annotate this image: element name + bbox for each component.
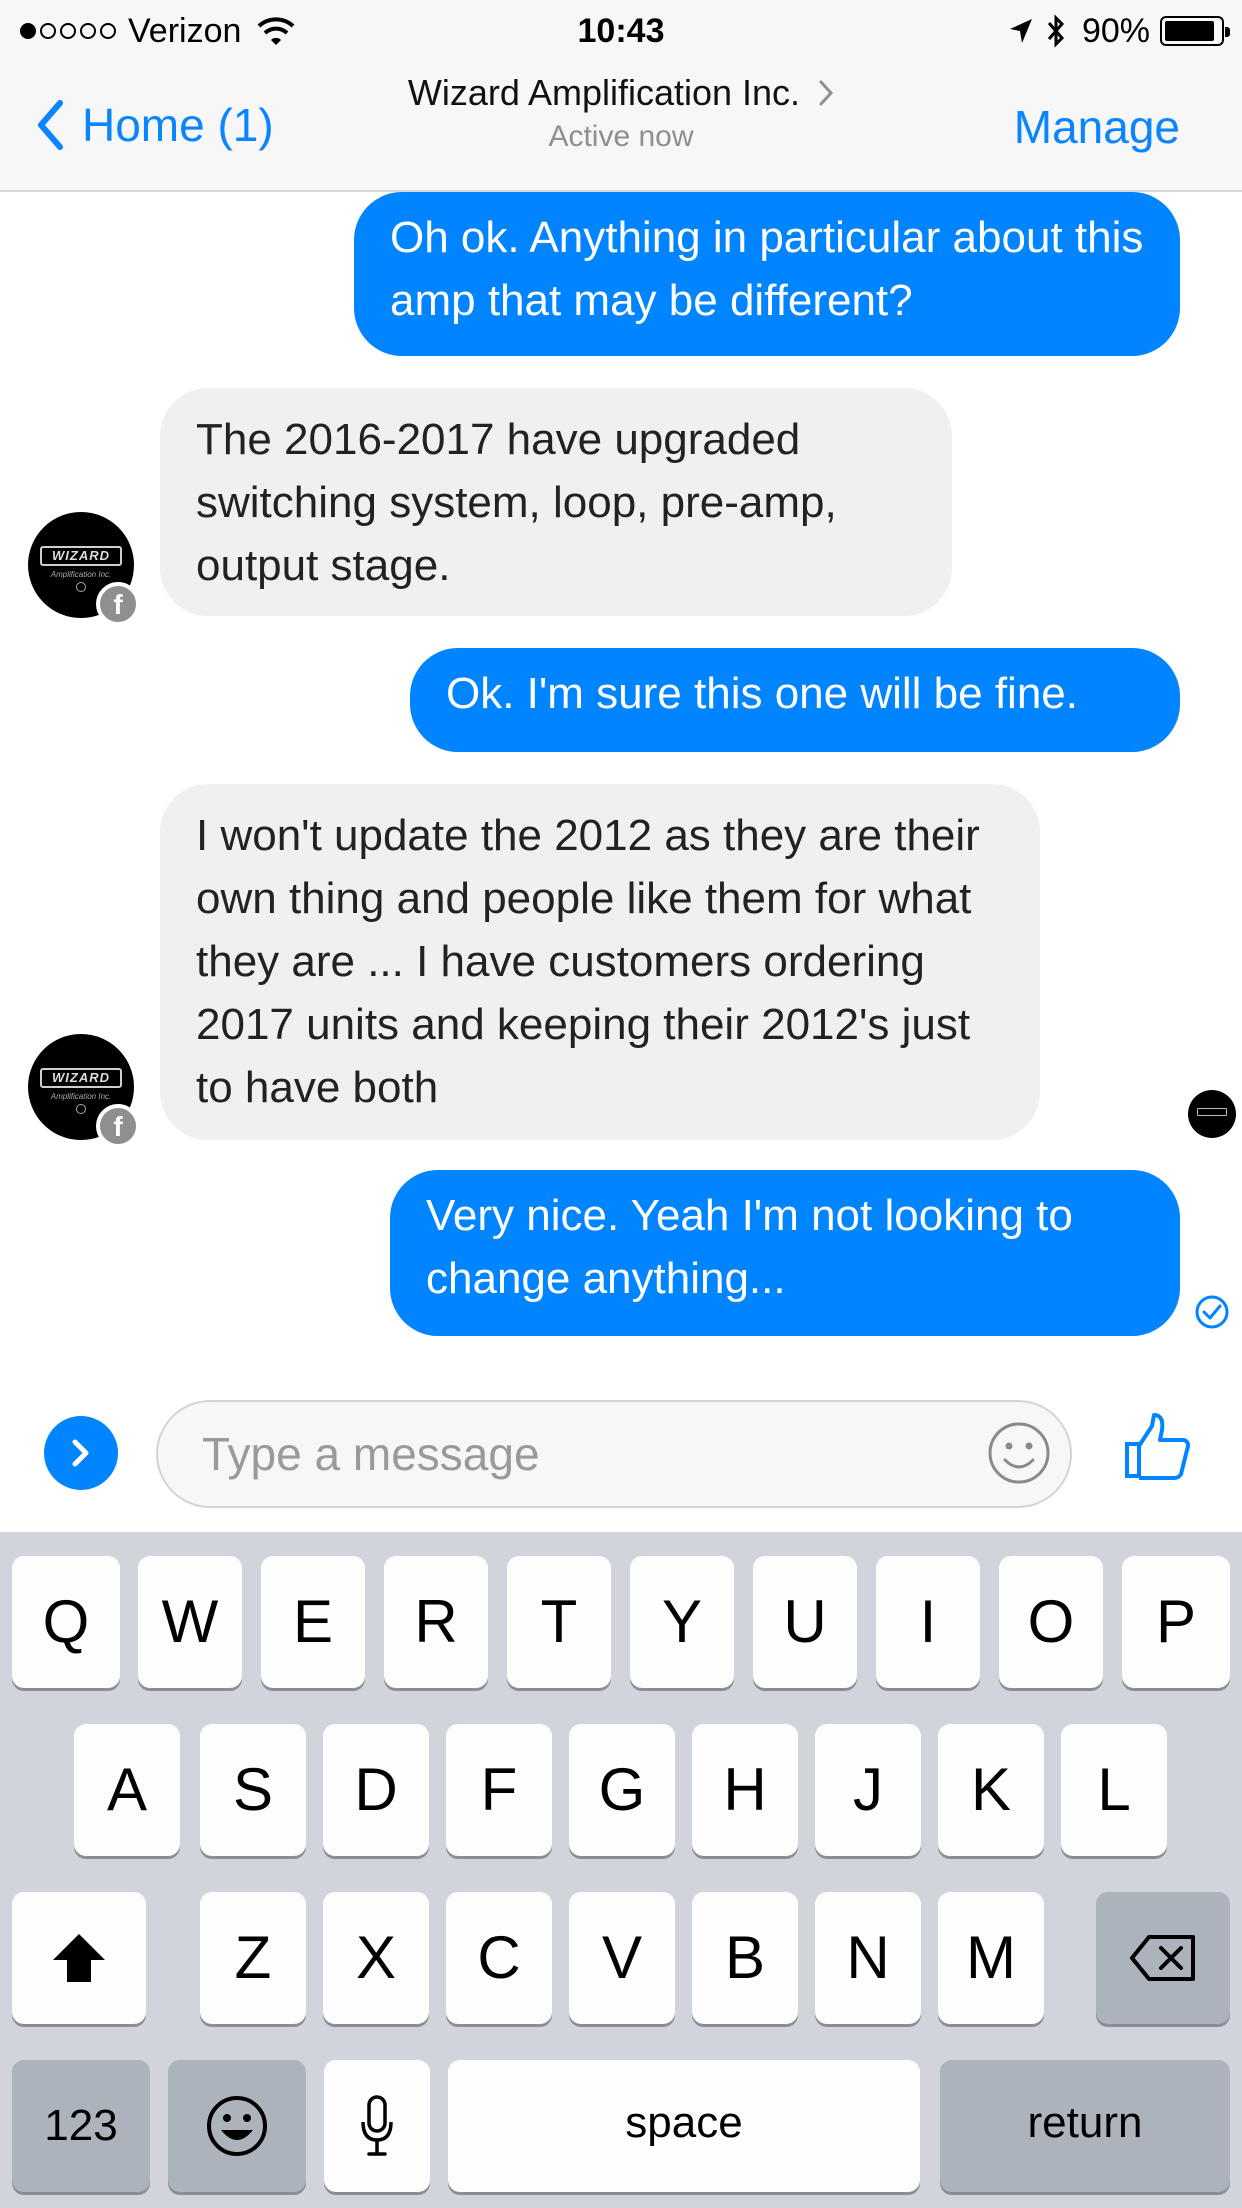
delivered-check-icon <box>1195 1295 1229 1329</box>
back-button[interactable]: Home (1) <box>36 92 274 158</box>
composer: Type a message <box>0 1372 1242 1532</box>
message-line: Very nice. Yeah I'm not looking to <box>426 1191 1073 1240</box>
key-n[interactable]: N <box>815 1892 921 2024</box>
message-input[interactable]: Type a message <box>156 1400 1072 1508</box>
facebook-badge-icon: f <box>96 1104 140 1148</box>
battery-percent: 90% <box>1081 11 1150 50</box>
back-chevron-icon <box>38 100 63 150</box>
key-h[interactable]: H <box>692 1724 798 1856</box>
key-d[interactable]: D <box>323 1724 429 1856</box>
message-placeholder: Type a message <box>202 1428 540 1480</box>
message-outgoing[interactable]: Very nice. Yeah I'm not looking to chang… <box>390 1170 1180 1336</box>
key-t[interactable]: T <box>507 1556 611 1688</box>
key-f[interactable]: F <box>446 1724 552 1856</box>
nav-bar: Home (1) Wizard Amplification Inc. Activ… <box>0 62 1242 192</box>
space-key[interactable]: space <box>448 2060 920 2192</box>
thumbs-up-icon[interactable] <box>1124 1412 1192 1482</box>
message-line: Oh ok. Anything in particular about <box>390 213 1063 262</box>
battery-icon <box>1160 16 1230 46</box>
dictation-key[interactable] <box>324 2060 430 2192</box>
message-incoming[interactable]: I won't update the 2012 as they are thei… <box>160 784 1040 1140</box>
back-label: Home (1) <box>82 99 274 151</box>
message-line: I won't update the 2012 as they are <box>196 811 882 860</box>
backspace-key[interactable] <box>1096 1892 1230 2024</box>
message-line: Ok. I'm sure this one will be fine. <box>446 669 1078 718</box>
key-o[interactable]: O <box>999 1556 1103 1688</box>
return-key[interactable]: return <box>940 2060 1230 2192</box>
battery-level <box>1165 21 1214 41</box>
message-outgoing[interactable]: Oh ok. Anything in particular about this… <box>354 192 1180 356</box>
key-y[interactable]: Y <box>630 1556 734 1688</box>
expand-button[interactable] <box>44 1416 118 1490</box>
avatar[interactable]: WIZARD Amplification Inc. f <box>28 512 140 626</box>
microphone-icon <box>361 2095 393 2156</box>
avatar-logo-sub: Amplification Inc. <box>50 570 112 579</box>
shift-icon <box>53 1934 105 1982</box>
expand-icon <box>72 1439 89 1467</box>
message-line: change anything... <box>426 1254 786 1303</box>
message-incoming[interactable]: The 2016-2017 have upgraded switching sy… <box>160 388 952 616</box>
emoji-keyboard-icon <box>207 2096 267 2156</box>
key-e[interactable]: E <box>261 1556 365 1688</box>
numbers-key[interactable]: 123 <box>12 2060 150 2192</box>
key-x[interactable]: X <box>323 1892 429 2024</box>
avatar-logo-text: WIZARD <box>40 1068 122 1088</box>
key-q[interactable]: Q <box>12 1556 120 1688</box>
manage-button[interactable]: Manage <box>1014 100 1180 154</box>
avatar-logo-text: WIZARD <box>40 546 122 566</box>
avatar[interactable]: WIZARD Amplification Inc. f <box>28 1034 140 1148</box>
message-line: The 2016-2017 have upgraded <box>196 415 801 464</box>
key-g[interactable]: G <box>569 1724 675 1856</box>
key-z[interactable]: Z <box>200 1892 306 2024</box>
backspace-icon <box>1130 1935 1195 1981</box>
key-i[interactable]: I <box>876 1556 980 1688</box>
key-j[interactable]: J <box>815 1724 921 1856</box>
key-w[interactable]: W <box>138 1556 242 1688</box>
status-right: 90% <box>1008 10 1230 52</box>
key-l[interactable]: L <box>1061 1724 1167 1856</box>
conversation-title: Wizard Amplification Inc. <box>407 72 801 113</box>
conversation-header[interactable]: Wizard Amplification Inc. Active now <box>300 72 942 154</box>
key-k[interactable]: K <box>938 1724 1044 1856</box>
chevron-right-icon <box>819 80 834 106</box>
keyboard: Q W E R T Y U I O P A S D F G H J K L Z … <box>0 1532 1242 2208</box>
key-u[interactable]: U <box>753 1556 857 1688</box>
bluetooth-icon <box>1047 14 1064 48</box>
emoji-keyboard-key[interactable] <box>168 2060 306 2192</box>
message-outgoing[interactable]: Ok. I'm sure this one will be fine. <box>410 648 1180 752</box>
key-p[interactable]: P <box>1122 1556 1230 1688</box>
key-r[interactable]: R <box>384 1556 488 1688</box>
message-line: switching system, loop, pre-amp, <box>196 478 837 527</box>
key-m[interactable]: M <box>938 1892 1044 2024</box>
seen-avatar <box>1188 1090 1236 1138</box>
key-a[interactable]: A <box>74 1724 180 1856</box>
key-b[interactable]: B <box>692 1892 798 2024</box>
emoji-icon[interactable] <box>986 1420 1052 1486</box>
status-bar: Verizon 10:43 90% <box>0 0 1242 62</box>
key-c[interactable]: C <box>446 1892 552 2024</box>
active-status: Active now <box>548 120 694 153</box>
facebook-badge-icon: f <box>96 582 140 626</box>
message-line: output stage. <box>196 541 451 590</box>
shift-key[interactable] <box>12 1892 146 2024</box>
key-s[interactable]: S <box>200 1724 306 1856</box>
avatar-logo-sub: Amplification Inc. <box>50 1092 112 1101</box>
location-icon <box>1009 19 1032 43</box>
key-v[interactable]: V <box>569 1892 675 2024</box>
